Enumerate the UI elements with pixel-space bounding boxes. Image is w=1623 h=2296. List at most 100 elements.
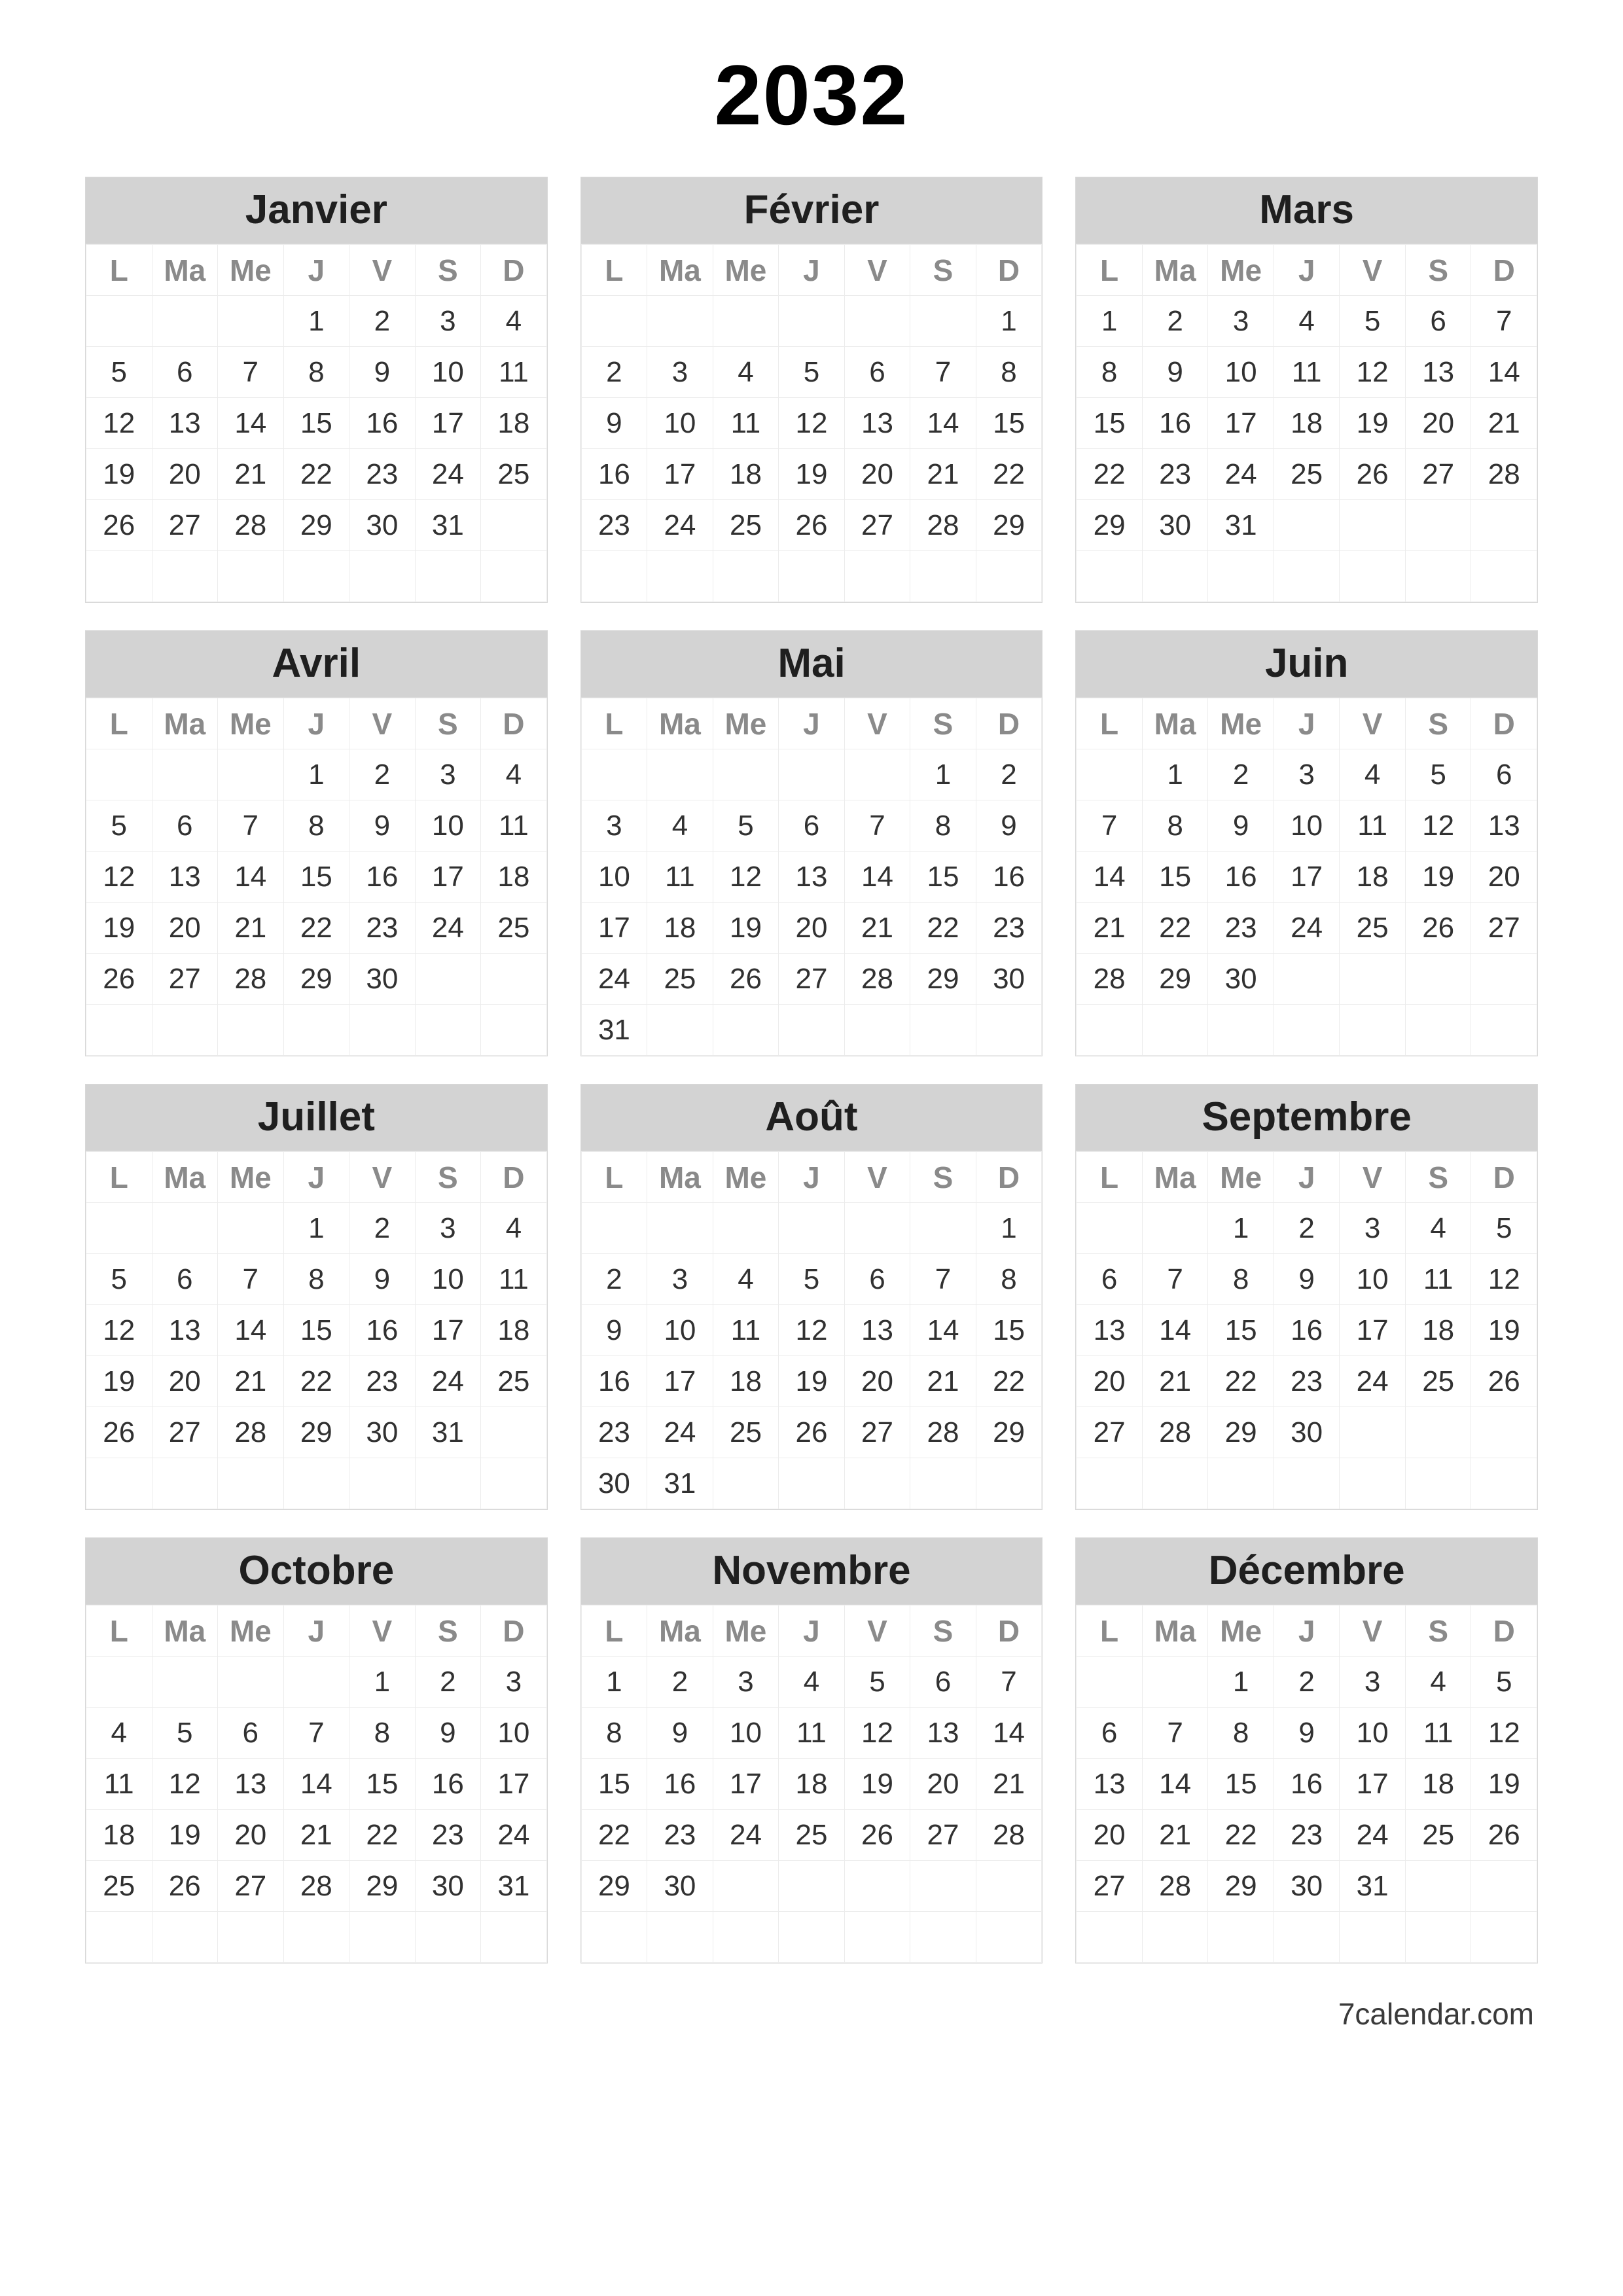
day-cell — [844, 1458, 910, 1509]
week-row: 12 — [581, 749, 1042, 800]
week-row: 12131415161718 — [86, 398, 547, 449]
month-block: MaiLMaMeJVSD1234567891011121314151617181… — [580, 630, 1043, 1056]
day-cell: 13 — [1471, 800, 1537, 852]
day-cell: 24 — [481, 1810, 547, 1861]
day-cell: 10 — [647, 398, 713, 449]
day-cell: 14 — [910, 398, 976, 449]
day-cell: 2 — [581, 347, 647, 398]
day-cell — [415, 1912, 481, 1963]
day-cell: 30 — [349, 1407, 416, 1458]
weekday-header: L — [1077, 698, 1143, 749]
weekday-header: Me — [1208, 1605, 1274, 1657]
day-cell: 9 — [1208, 800, 1274, 852]
day-cell: 17 — [647, 1356, 713, 1407]
month-table: LMaMeJVSD1234567891011121314151617181920… — [1076, 1605, 1537, 1963]
day-cell: 25 — [1340, 903, 1406, 954]
day-cell: 20 — [218, 1810, 284, 1861]
day-cell: 17 — [713, 1759, 779, 1810]
day-cell — [86, 1203, 152, 1254]
day-cell — [1142, 1203, 1208, 1254]
day-cell: 25 — [779, 1810, 845, 1861]
day-cell — [283, 1657, 349, 1708]
day-cell: 18 — [1405, 1305, 1471, 1356]
day-cell: 9 — [349, 800, 416, 852]
day-cell: 5 — [1405, 749, 1471, 800]
weekday-header: S — [415, 698, 481, 749]
day-cell: 21 — [218, 449, 284, 500]
day-cell: 15 — [1208, 1759, 1274, 1810]
weekday-header: Me — [218, 245, 284, 296]
day-cell: 21 — [910, 449, 976, 500]
week-row: 1234 — [86, 1203, 547, 1254]
day-cell — [976, 1458, 1042, 1509]
weekday-header: L — [86, 1152, 152, 1203]
day-cell — [481, 1458, 547, 1509]
weekday-header: V — [349, 1605, 416, 1657]
day-cell: 4 — [647, 800, 713, 852]
day-cell: 30 — [1274, 1861, 1340, 1912]
day-cell: 11 — [481, 800, 547, 852]
day-cell: 4 — [1405, 1657, 1471, 1708]
day-cell: 18 — [481, 398, 547, 449]
day-cell: 27 — [152, 500, 218, 551]
weekday-header: D — [1471, 1152, 1537, 1203]
month-table: LMaMeJVSD1234567891011121314151617181920… — [1076, 698, 1537, 1056]
day-cell: 14 — [976, 1708, 1042, 1759]
day-cell: 17 — [1274, 852, 1340, 903]
weekday-header: S — [415, 245, 481, 296]
day-cell: 23 — [1142, 449, 1208, 500]
day-cell: 18 — [481, 852, 547, 903]
day-cell: 6 — [910, 1657, 976, 1708]
day-cell — [844, 296, 910, 347]
day-cell — [86, 551, 152, 602]
month-block: AvrilLMaMeJVSD12345678910111213141516171… — [85, 630, 548, 1056]
day-cell: 7 — [1077, 800, 1143, 852]
week-row: 12345 — [1077, 1657, 1537, 1708]
day-cell — [1471, 1005, 1537, 1056]
week-row: 6789101112 — [1077, 1254, 1537, 1305]
day-cell: 1 — [910, 749, 976, 800]
month-table: LMaMeJVSD1234567891011121314151617181920… — [86, 698, 547, 1056]
day-cell: 22 — [976, 1356, 1042, 1407]
day-cell: 16 — [1274, 1759, 1340, 1810]
day-cell — [415, 1458, 481, 1509]
day-cell — [910, 1203, 976, 1254]
day-cell: 31 — [1340, 1861, 1406, 1912]
day-cell: 3 — [1274, 749, 1340, 800]
day-cell: 14 — [1077, 852, 1143, 903]
day-cell — [713, 296, 779, 347]
day-cell: 23 — [349, 449, 416, 500]
day-cell: 28 — [1077, 954, 1143, 1005]
day-cell — [1077, 551, 1143, 602]
day-cell: 28 — [1471, 449, 1537, 500]
day-cell: 25 — [1405, 1810, 1471, 1861]
day-cell: 20 — [844, 1356, 910, 1407]
day-cell: 15 — [581, 1759, 647, 1810]
day-cell: 18 — [779, 1759, 845, 1810]
day-cell — [1405, 1458, 1471, 1509]
day-cell — [976, 1912, 1042, 1963]
day-cell: 22 — [1077, 449, 1143, 500]
day-cell: 6 — [844, 1254, 910, 1305]
day-cell: 22 — [976, 449, 1042, 500]
week-row — [581, 551, 1042, 602]
day-cell — [349, 1458, 416, 1509]
day-cell — [581, 1203, 647, 1254]
day-cell: 25 — [1274, 449, 1340, 500]
day-cell: 1 — [1077, 296, 1143, 347]
day-cell: 13 — [1405, 347, 1471, 398]
weekday-header: Me — [713, 698, 779, 749]
weekday-header: J — [779, 698, 845, 749]
month-name: Juillet — [86, 1085, 547, 1151]
day-cell: 12 — [86, 852, 152, 903]
day-cell — [713, 551, 779, 602]
day-cell: 29 — [910, 954, 976, 1005]
weekday-header: Ma — [647, 1605, 713, 1657]
day-cell: 8 — [976, 347, 1042, 398]
month-name: Mai — [581, 631, 1043, 698]
day-cell — [152, 1005, 218, 1056]
day-cell: 16 — [349, 398, 416, 449]
day-cell — [1077, 1203, 1143, 1254]
day-cell: 16 — [581, 449, 647, 500]
day-cell: 10 — [581, 852, 647, 903]
